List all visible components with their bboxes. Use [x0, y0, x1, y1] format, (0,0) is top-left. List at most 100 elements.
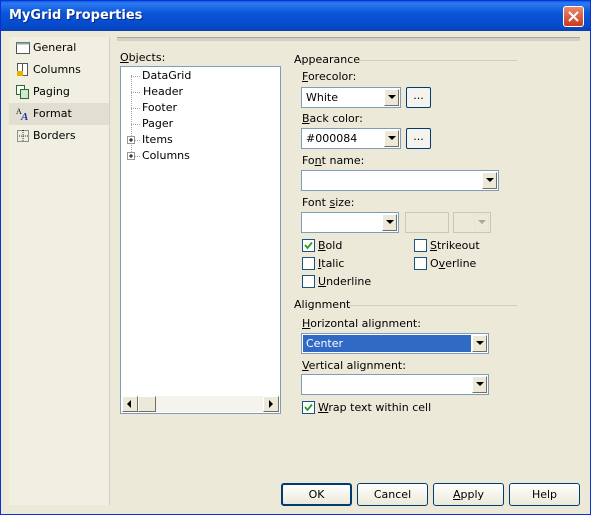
cancel-button[interactable]: Cancel	[357, 483, 428, 506]
expand-items-button[interactable]	[127, 136, 135, 144]
sidebar-item-label: Columns	[33, 63, 81, 76]
sidebar-item-format[interactable]: AA Format	[9, 103, 109, 125]
paging-icon	[16, 85, 29, 99]
scroll-thumb[interactable]	[138, 396, 156, 412]
tree-item-pager[interactable]: Pager	[142, 116, 173, 132]
backcolor-picker-button[interactable]: ...	[406, 128, 431, 149]
horizontal-alignment-label: Horizontal alignment:	[302, 317, 421, 330]
fontname-label: Font name:	[302, 154, 365, 167]
dropdown-button[interactable]	[384, 130, 399, 147]
forecolor-dropdown[interactable]: White	[301, 87, 401, 108]
sidebar-item-columns[interactable]: Columns	[9, 59, 109, 81]
underline-label: Underline	[318, 275, 372, 288]
tree-guide	[131, 124, 140, 125]
italic-label: Italic	[318, 257, 345, 270]
chevron-down-icon	[476, 341, 484, 345]
chevron-down-icon	[478, 220, 486, 224]
chevron-down-icon	[388, 136, 396, 140]
scroll-right-button[interactable]	[263, 396, 279, 412]
fontsize-label: Font size:	[302, 196, 355, 209]
dropdown-button[interactable]	[472, 335, 487, 352]
properties-dialog: MyGrid Properties General Columns Paging…	[0, 0, 591, 515]
help-button[interactable]: Help	[509, 483, 580, 506]
backcolor-label: Back color:	[302, 112, 363, 125]
tree-guide	[131, 108, 140, 109]
check-icon	[304, 241, 313, 250]
sidebar-item-paging[interactable]: Paging	[9, 81, 109, 103]
sidebar-item-label: Paging	[33, 85, 70, 98]
format-icon: AA	[16, 107, 28, 121]
chevron-down-icon	[486, 178, 494, 182]
italic-checkbox[interactable]	[302, 257, 315, 270]
expand-columns-button[interactable]	[127, 152, 135, 160]
sidebar-item-label: Borders	[33, 129, 76, 142]
wrap-text-label: Wrap text within cell	[318, 401, 432, 414]
fontsize-dropdown[interactable]	[301, 212, 399, 233]
check-icon	[304, 403, 313, 412]
vertical-alignment-label: Vertical alignment:	[302, 359, 406, 372]
wrap-text-checkbox[interactable]	[302, 401, 315, 414]
tree-item-footer[interactable]: Footer	[142, 100, 177, 116]
dropdown-button[interactable]	[384, 89, 399, 106]
apply-button[interactable]: Apply	[433, 483, 504, 506]
overline-label: Overline	[430, 257, 477, 270]
vertical-alignment-dropdown[interactable]	[301, 374, 489, 395]
tree-item-items[interactable]: Items	[142, 132, 173, 148]
group-divider	[357, 60, 517, 62]
sidebar: General Columns Paging AA Format Borders	[9, 37, 110, 505]
borders-icon	[17, 130, 29, 142]
window-title: MyGrid Properties	[9, 8, 143, 23]
backcolor-dropdown[interactable]: #000084	[301, 128, 401, 149]
dropdown-button[interactable]	[382, 214, 397, 231]
overline-checkbox[interactable]	[414, 257, 427, 270]
close-button[interactable]	[563, 6, 584, 27]
sidebar-item-borders[interactable]: Borders	[9, 125, 109, 147]
header-separator	[117, 37, 580, 41]
svg-text:A: A	[20, 111, 28, 121]
bold-label: Bold	[318, 239, 343, 252]
forecolor-picker-button[interactable]: ...	[406, 87, 431, 108]
sidebar-item-label: General	[33, 41, 77, 54]
plus-icon	[129, 138, 133, 142]
tree-item-datagrid[interactable]: DataGrid	[142, 68, 191, 84]
sidebar-item-label: Format	[33, 107, 72, 120]
strikeout-label: Strikeout	[430, 239, 480, 252]
title-bar[interactable]: MyGrid Properties	[1, 1, 590, 31]
dropdown-button[interactable]	[472, 376, 487, 393]
horizontal-alignment-dropdown[interactable]: Center	[301, 333, 489, 354]
fontname-dropdown[interactable]	[301, 170, 499, 191]
underline-checkbox[interactable]	[302, 275, 315, 288]
tree-item-columns[interactable]: Columns	[142, 148, 190, 164]
plus-icon	[129, 154, 133, 158]
forecolor-label: Forecolor:	[302, 70, 357, 83]
bold-checkbox[interactable]	[302, 239, 315, 252]
horizontal-scrollbar[interactable]	[122, 396, 279, 412]
general-icon	[16, 42, 30, 54]
objects-label: Objects:	[120, 51, 166, 64]
close-icon	[568, 11, 579, 22]
dropdown-button[interactable]	[482, 172, 497, 189]
tree-guide	[135, 156, 140, 157]
tree-guide	[135, 140, 140, 141]
backcolor-value: #000084	[306, 132, 358, 145]
chevron-down-icon	[388, 95, 396, 99]
arrow-right-icon	[269, 400, 273, 408]
sidebar-item-general[interactable]: General	[9, 37, 109, 59]
tree-item-header[interactable]: Header	[142, 84, 184, 100]
strikeout-checkbox[interactable]	[414, 239, 427, 252]
group-divider	[349, 305, 517, 307]
ok-button[interactable]: OK	[281, 483, 352, 506]
arrow-left-icon	[127, 400, 131, 408]
chevron-down-icon	[386, 220, 394, 224]
fontsize-unit-dropdown	[453, 212, 491, 233]
dropdown-button	[474, 214, 489, 231]
objects-tree[interactable]: DataGrid Header Footer Pager Items Colum…	[120, 66, 281, 414]
chevron-down-icon	[476, 382, 484, 386]
horizontal-alignment-value: Center	[303, 335, 471, 352]
alignment-group-label: Alignment	[294, 298, 351, 311]
appearance-group-label: Appearance	[294, 53, 361, 66]
forecolor-value: White	[306, 91, 338, 104]
tree-guide	[131, 76, 140, 77]
scroll-left-button[interactable]	[122, 396, 138, 412]
tree-guide	[131, 92, 140, 93]
